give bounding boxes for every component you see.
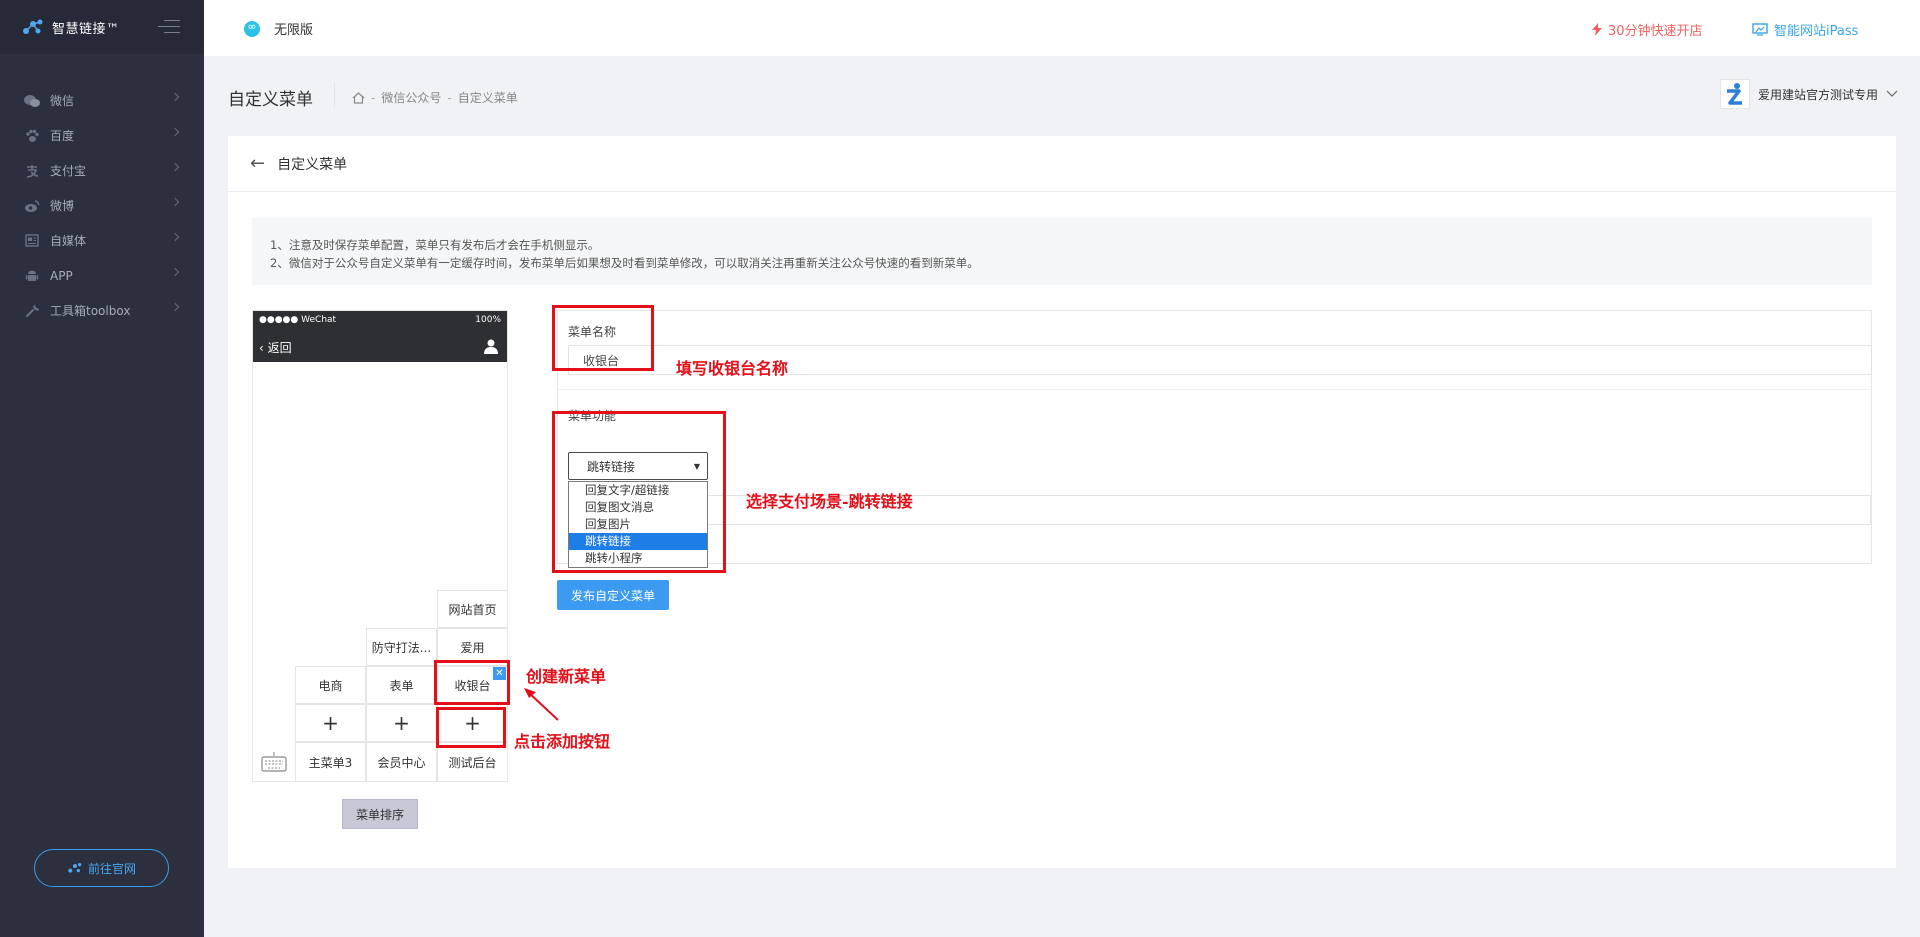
chevron-down-icon [1886, 90, 1898, 97]
alipay-icon [24, 164, 40, 178]
media-icon [24, 234, 40, 248]
breadcrumb-item: 自定义菜单 [457, 91, 518, 105]
quick-open-link[interactable]: 30分钟快速开店 [1592, 20, 1703, 39]
phone-header: ●●●●● WeChat 100% ‹ 返回 [253, 311, 507, 362]
sidebar-item-label: 自媒体 [50, 234, 87, 248]
sidebar: 智慧链接™ 微信 百度 支付宝 微博 自媒体 APP 工具箱toolbox 前往… [0, 0, 204, 937]
breadcrumb: - 微信公众号 - 自定义菜单 [352, 89, 518, 106]
sidebar-item-label: APP [50, 268, 73, 283]
keyboard-icon[interactable] [253, 742, 296, 782]
add-sub-menu-button[interactable]: + [366, 704, 437, 742]
annotation-box [552, 411, 726, 573]
notice-line: 1、注意及时保存菜单配置，菜单只有发布后才会在手机侧显示。 [270, 238, 600, 252]
sidebar-item-baidu[interactable]: 百度 [0, 118, 204, 153]
divider [334, 82, 335, 108]
phone-battery: 100% [475, 315, 501, 325]
main-menu-item[interactable]: 主菜单3 [295, 742, 366, 782]
page-header: 自定义菜单 - 微信公众号 - 自定义菜单 爱用建站官方测试专用 [204, 56, 1920, 136]
sidebar-item-weibo[interactable]: 微博 [0, 188, 204, 223]
sidebar-item-media[interactable]: 自媒体 [0, 223, 204, 258]
add-sub-menu-button[interactable]: + [295, 704, 366, 742]
phone-back-label: 返回 [267, 341, 292, 355]
quick-open-label: 30分钟快速开店 [1608, 24, 1703, 39]
topbar: 无限版 30分钟快速开店 智能网站iPass [204, 0, 1920, 56]
phone-status: ●●●●● WeChat [259, 315, 337, 325]
annotation-add-hint: 点击添加按钮 [514, 732, 611, 751]
sidebar-item-label: 工具箱toolbox [50, 304, 131, 318]
back-arrow-icon[interactable]: ← [250, 153, 265, 174]
logo-text: 智慧链接™ [52, 21, 120, 37]
edition-label: 无限版 [274, 23, 314, 38]
notice-line: 2、微信对于公众号自定义菜单有一定缓存时间，发布菜单后如果想及时看到菜单修改，可… [270, 256, 979, 270]
content-card: ← 自定义菜单 1、注意及时保存菜单配置，菜单只有发布后才会在手机侧显示。 2、… [228, 136, 1896, 868]
annotation-name-hint: 填写收银台名称 [676, 359, 789, 378]
logo-icon [68, 863, 82, 873]
paw-icon [24, 129, 40, 143]
sidebar-item-label: 微博 [50, 199, 75, 213]
logo-icon [23, 19, 43, 34]
sidebar-nav: 微信 百度 支付宝 微博 自媒体 APP 工具箱toolbox [0, 83, 204, 328]
avatar [1720, 79, 1750, 109]
edition-badge: 无限版 [244, 19, 313, 38]
sidebar-item-wechat[interactable]: 微信 [0, 83, 204, 118]
infinity-icon [244, 20, 260, 37]
card-header: ← 自定义菜单 [228, 136, 1896, 192]
annotation-box [436, 707, 506, 748]
sidebar-item-app[interactable]: APP [0, 258, 204, 293]
home-icon[interactable] [352, 91, 365, 104]
sub-menu-item[interactable]: 防守打法... [366, 628, 437, 666]
sidebar-item-alipay[interactable]: 支付宝 [0, 153, 204, 188]
sub-menu-item[interactable]: 网站首页 [437, 590, 508, 628]
sidebar-item-label: 支付宝 [50, 164, 87, 178]
goto-label: 前往官网 [87, 861, 136, 876]
user-icon [484, 339, 498, 354]
sub-menu-item[interactable]: 电商 [295, 666, 366, 704]
account-switcher[interactable]: 爱用建站官方测试专用 [1720, 79, 1898, 109]
card-title: 自定义菜单 [277, 156, 348, 173]
breadcrumb-item[interactable]: 微信公众号 [381, 89, 441, 106]
phone-back: ‹ 返回 [259, 341, 292, 355]
account-name: 爱用建站官方测试专用 [1758, 87, 1879, 102]
android-icon [24, 269, 40, 283]
menu-sort-button[interactable]: 菜单排序 [342, 799, 418, 829]
page-title: 自定义菜单 [228, 90, 313, 110]
wrench-icon [24, 304, 40, 318]
ipass-label: 智能网站iPass [1774, 24, 1859, 39]
menu-form: 菜单名称 收银台 菜单功能 跳转链接 ▼ 回复文字/超链接 回复图文消息 回复图… [557, 310, 1873, 568]
annotation-box [552, 305, 654, 371]
monitor-icon [1752, 23, 1768, 36]
menu-toggle-icon[interactable] [158, 20, 180, 38]
main-menu-item[interactable]: 会员中心 [366, 742, 437, 782]
publish-menu-button[interactable]: 发布自定义菜单 [557, 580, 669, 610]
lightning-icon [1592, 23, 1602, 36]
annotation-func-hint: 选择支付场景-跳转链接 [746, 492, 913, 511]
sidebar-item-label: 百度 [50, 129, 75, 143]
sub-menu-item[interactable]: 表单 [366, 666, 437, 704]
annotation-arrow-icon [524, 688, 559, 721]
sidebar-item-label: 微信 [50, 94, 75, 108]
sidebar-item-toolbox[interactable]: 工具箱toolbox [0, 293, 204, 328]
notice-box: 1、注意及时保存菜单配置，菜单只有发布后才会在手机侧显示。 2、微信对于公众号自… [252, 218, 1872, 285]
annotation-box [434, 660, 510, 705]
goto-official-site-button[interactable]: 前往官网 [34, 849, 169, 887]
main-menu-item[interactable]: 测试后台 [437, 742, 508, 782]
wechat-icon [24, 94, 40, 108]
ipass-link[interactable]: 智能网站iPass [1752, 20, 1858, 39]
weibo-icon [24, 199, 40, 213]
